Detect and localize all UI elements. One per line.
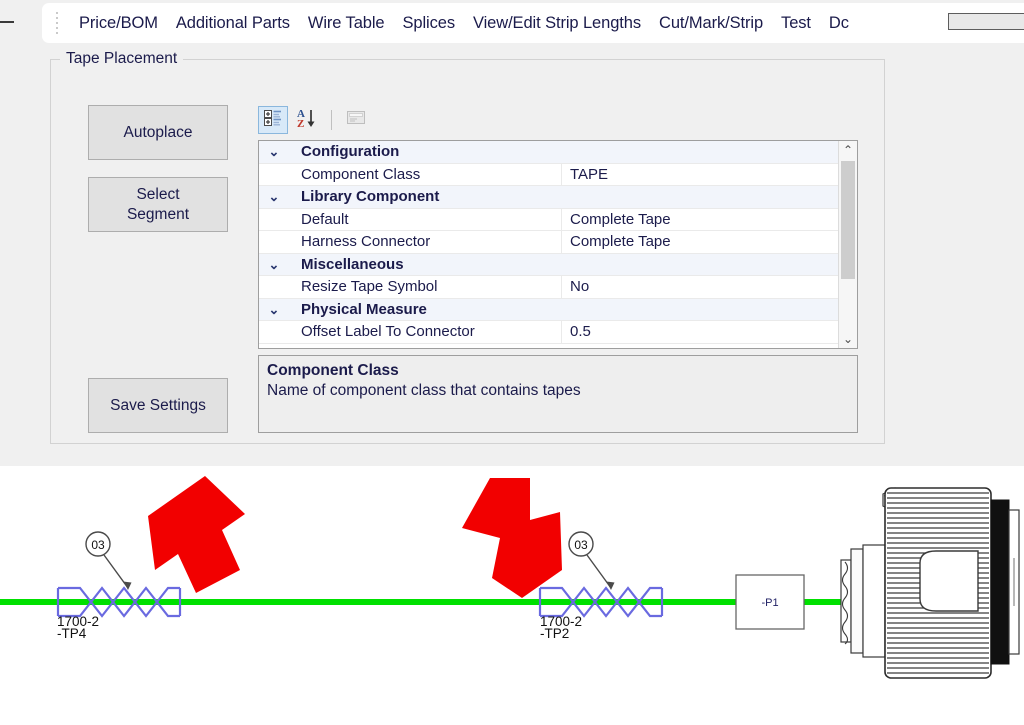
property-value[interactable]: No bbox=[561, 276, 839, 298]
menu-item-test[interactable]: Test bbox=[772, 10, 820, 37]
property-label: Component Class bbox=[301, 165, 421, 183]
categorized-view-icon bbox=[263, 108, 283, 133]
connector-node-p1[interactable]: -P1 bbox=[735, 574, 805, 630]
tape-balloon-left-label: 03 bbox=[91, 538, 105, 552]
property-label: Harness Connector bbox=[301, 233, 431, 251]
app-root: Price/BOM Additional Parts Wire Table Sp… bbox=[0, 0, 1024, 725]
property-row-resize-tape-symbol[interactable]: Resize Tape Symbol No bbox=[259, 276, 839, 299]
property-row-component-class[interactable]: Component Class TAPE bbox=[259, 163, 839, 186]
categorized-view-button[interactable] bbox=[258, 106, 288, 134]
property-description-pane: Component Class Name of component class … bbox=[258, 355, 858, 433]
alphabetical-sort-button[interactable]: A Z bbox=[292, 106, 322, 134]
tape-placement-dialog: Price/BOM Additional Parts Wire Table Sp… bbox=[0, 0, 1024, 466]
description-title: Component Class bbox=[267, 362, 399, 379]
connector-bore bbox=[919, 550, 979, 612]
connector-node-label: -P1 bbox=[761, 597, 778, 609]
property-category-physical-measure[interactable]: ⌄ Physical Measure bbox=[259, 298, 839, 321]
scrollbar-thumb[interactable] bbox=[841, 161, 855, 279]
category-value bbox=[589, 186, 839, 208]
category-label: Library Component bbox=[301, 188, 440, 206]
scroll-up-icon[interactable]: ⌃ bbox=[839, 141, 857, 159]
expander-icon[interactable]: ⌄ bbox=[259, 190, 289, 203]
menu-item-view-edit-strip-lengths[interactable]: View/Edit Strip Lengths bbox=[464, 10, 650, 37]
category-value bbox=[589, 299, 839, 321]
menu-item-additional-parts[interactable]: Additional Parts bbox=[167, 10, 299, 37]
property-row-offset-label-to-connector[interactable]: Offset Label To Connector 0.5 bbox=[259, 321, 839, 344]
menu-item-cut-mark-strip[interactable]: Cut/Mark/Strip bbox=[650, 10, 772, 37]
property-category-configuration[interactable]: ⌄ Configuration bbox=[259, 141, 839, 164]
expander-icon[interactable]: ⌄ bbox=[259, 145, 289, 158]
property-value[interactable]: Complete Tape bbox=[561, 231, 839, 253]
category-label: Configuration bbox=[301, 143, 400, 161]
menubar-overflow-scroll[interactable] bbox=[948, 13, 1024, 30]
autoplace-button[interactable]: Autoplace bbox=[88, 105, 228, 160]
tape-label-left-line2: -TP4 bbox=[57, 626, 87, 641]
property-value[interactable]: Complete Tape bbox=[561, 208, 839, 230]
connector-graphic[interactable] bbox=[840, 487, 1020, 679]
property-label: Offset Label To Connector bbox=[301, 323, 475, 341]
menu-item-wire-table[interactable]: Wire Table bbox=[299, 10, 394, 37]
select-segment-label-line2: Segment bbox=[126, 205, 190, 223]
expander-icon[interactable]: ⌄ bbox=[259, 303, 289, 316]
property-category-library-component[interactable]: ⌄ Library Component bbox=[259, 186, 839, 209]
property-row-harness-connector[interactable]: Harness Connector Complete Tape bbox=[259, 231, 839, 254]
property-pages-button[interactable] bbox=[341, 106, 371, 134]
property-label: Resize Tape Symbol bbox=[301, 278, 438, 296]
property-value[interactable]: TAPE bbox=[561, 163, 839, 185]
category-value bbox=[589, 141, 839, 163]
tape-balloon-left[interactable]: 03 bbox=[85, 531, 132, 590]
property-label: Default bbox=[301, 210, 349, 228]
menu-item-price-bom[interactable]: Price/BOM bbox=[70, 10, 167, 37]
save-settings-button[interactable]: Save Settings bbox=[88, 378, 228, 433]
select-segment-button[interactable]: Select Segment bbox=[88, 177, 228, 232]
property-value[interactable]: 0.5 bbox=[561, 321, 839, 343]
property-grid[interactable]: ⌄ Configuration Component Class TAPE ⌄ L… bbox=[258, 140, 858, 349]
svg-text:Z: Z bbox=[297, 118, 304, 129]
annotation-arrow-right bbox=[462, 478, 562, 598]
tape-balloon-right-label: 03 bbox=[574, 538, 588, 552]
property-category-miscellaneous[interactable]: ⌄ Miscellaneous bbox=[259, 253, 839, 276]
toolbar-separator bbox=[331, 110, 332, 130]
annotation-arrow-left bbox=[148, 476, 245, 593]
property-grid-rows: ⌄ Configuration Component Class TAPE ⌄ L… bbox=[259, 141, 839, 348]
category-label: Physical Measure bbox=[301, 300, 427, 318]
main-menubar: Price/BOM Additional Parts Wire Table Sp… bbox=[42, 3, 1024, 43]
expander-icon[interactable]: ⌄ bbox=[259, 258, 289, 271]
description-text: Name of component class that contains ta… bbox=[267, 382, 581, 399]
property-pages-icon bbox=[345, 108, 367, 133]
window-edge-marker bbox=[0, 21, 14, 23]
alphabetical-sort-icon: A Z bbox=[296, 107, 318, 134]
property-grid-scrollbar[interactable]: ⌃ ⌄ bbox=[838, 141, 857, 348]
property-grid-toolbar: A Z bbox=[258, 104, 858, 136]
menu-item-splices[interactable]: Splices bbox=[394, 10, 465, 37]
tape-placement-groupbox-title: Tape Placement bbox=[60, 50, 184, 68]
property-row-default[interactable]: Default Complete Tape bbox=[259, 208, 839, 231]
menu-item-documents[interactable]: Dc bbox=[820, 10, 858, 37]
tape-balloon-right[interactable]: 03 bbox=[568, 531, 615, 590]
connector-front-band bbox=[990, 499, 1010, 665]
scroll-down-icon[interactable]: ⌄ bbox=[839, 330, 857, 348]
tape-label-right-line2: -TP2 bbox=[540, 626, 569, 641]
category-label: Miscellaneous bbox=[301, 255, 404, 273]
category-value bbox=[589, 254, 839, 276]
menubar-drag-grip[interactable] bbox=[50, 11, 64, 35]
harness-drawing-canvas[interactable]: 03 1700-2 -TP4 03 1700-2 -TP2 -P1 bbox=[0, 466, 1024, 725]
select-segment-label-line1: Select bbox=[136, 186, 180, 204]
